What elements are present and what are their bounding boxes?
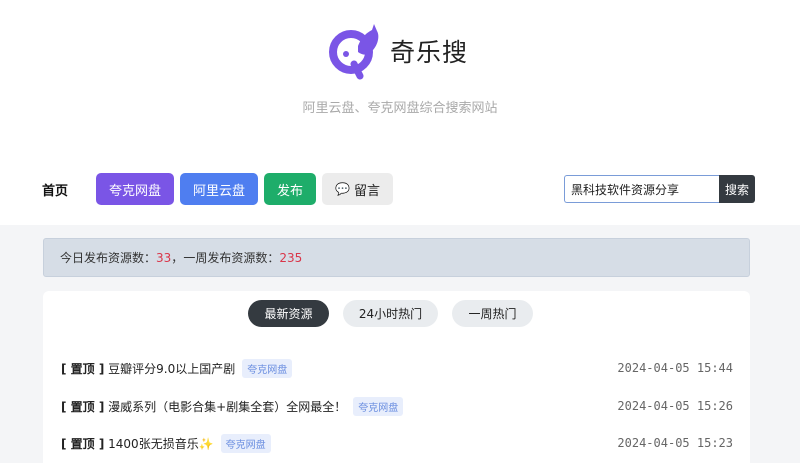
pin-label: [ 置顶 ] — [61, 361, 105, 376]
message-button[interactable]: 💬 留言 — [322, 173, 394, 205]
item-title[interactable]: [ 置顶 ] 漫威系列（电影合集+剧集全套）全网最全！ — [61, 398, 346, 415]
site-title: 奇乐搜 — [390, 38, 469, 67]
tab-24h-hot[interactable]: 24小时热门 — [343, 300, 438, 327]
item-title[interactable]: [ 置顶 ] 豆瓣评分9.0以上国产剧 — [61, 360, 235, 377]
tab-latest[interactable]: 最新资源 — [248, 300, 329, 327]
quark-drive-button[interactable]: 夸克网盘 — [96, 173, 175, 205]
item-title-text: 豆瓣评分9.0以上国产剧 — [108, 361, 236, 376]
main-nav: 首页 夸克网盘 阿里云盘 发布 💬 留言 — [42, 173, 399, 205]
resource-list-card: 最新资源 24小时热门 一周热门 [ 置顶 ] 豆瓣评分9.0以上国产剧 夸克网… — [43, 291, 750, 463]
list-item[interactable]: [ 置顶 ] 1400张无损音乐✨ 夸克网盘 2024-04-05 15:23 — [61, 432, 733, 454]
item-title-text: 漫威系列（电影合集+剧集全套）全网最全！ — [108, 399, 347, 414]
item-title[interactable]: [ 置顶 ] 1400张无损音乐✨ — [61, 435, 214, 452]
pin-label: [ 置顶 ] — [61, 436, 105, 451]
stats-separator: ， — [171, 251, 184, 265]
site-header: 奇乐搜 阿里云盘、夸克网盘综合搜索网站 首页 夸克网盘 阿里云盘 发布 💬 留言… — [0, 0, 800, 225]
search-input[interactable] — [564, 175, 719, 203]
resource-tabs: 最新资源 24小时热门 一周热门 — [248, 300, 547, 327]
drive-tag: 夸克网盘 — [242, 358, 293, 378]
speech-bubble-icon: 💬 — [335, 182, 351, 196]
today-count: 33 — [156, 250, 172, 265]
drive-tag: 夸克网盘 — [220, 433, 271, 453]
site-subtitle: 阿里云盘、夸克网盘综合搜索网站 — [302, 101, 498, 116]
item-time: 2024-04-05 15:23 — [617, 436, 733, 450]
drive-tag: 夸克网盘 — [353, 396, 404, 416]
publish-button[interactable]: 发布 — [264, 173, 317, 205]
stats-banner: 今日发布资源数： 33 ， 一周发布资源数： 235 — [43, 238, 750, 277]
item-time: 2024-04-05 15:44 — [617, 361, 733, 375]
aliyun-drive-button[interactable]: 阿里云盘 — [180, 173, 259, 205]
list-item[interactable]: [ 置顶 ] 漫威系列（电影合集+剧集全套）全网最全！ 夸克网盘 2024-04… — [61, 395, 733, 417]
list-item[interactable]: [ 置顶 ] 豆瓣评分9.0以上国产剧 夸克网盘 2024-04-05 15:4… — [61, 357, 733, 379]
pin-label: [ 置顶 ] — [61, 399, 105, 414]
week-label: 一周发布资源数： — [183, 251, 280, 265]
nav-home-link[interactable]: 首页 — [42, 180, 68, 199]
cat-magnifier-logo-icon — [329, 24, 379, 80]
item-title-text: 1400张无损音乐✨ — [108, 436, 214, 451]
week-count: 235 — [279, 250, 303, 265]
logo[interactable]: 奇乐搜 — [324, 22, 468, 80]
message-button-label: 留言 — [354, 183, 381, 199]
tab-week-hot[interactable]: 一周热门 — [452, 300, 533, 327]
item-time: 2024-04-05 15:26 — [617, 399, 733, 413]
search-button[interactable]: 搜索 — [719, 175, 755, 203]
today-label: 今日发布资源数： — [60, 251, 157, 265]
search-bar: 搜索 — [564, 175, 755, 203]
